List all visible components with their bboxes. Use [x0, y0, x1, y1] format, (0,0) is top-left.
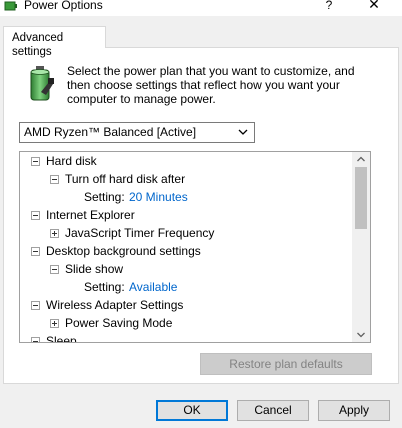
- title-bar: Power Options ? ✕: [0, 0, 402, 16]
- power-options-icon: [4, 1, 17, 11]
- collapse-icon[interactable]: [31, 211, 40, 220]
- chevron-up-icon[interactable]: [357, 156, 365, 162]
- ok-button[interactable]: OK: [156, 400, 228, 421]
- collapse-icon[interactable]: [50, 265, 59, 274]
- setting-label: Setting:: [84, 190, 125, 204]
- tree-item-label: Desktop background settings: [46, 244, 201, 258]
- collapse-icon[interactable]: [31, 337, 40, 342]
- apply-button[interactable]: Apply: [318, 400, 390, 421]
- tree-item-label: Wireless Adapter Settings: [46, 298, 184, 312]
- power-plan-value: AMD Ryzen™ Balanced [Active]: [24, 125, 197, 139]
- window-title: Power Options: [24, 0, 103, 12]
- tree-item-label: Sleep: [46, 334, 77, 343]
- tree-item-label: JavaScript Timer Frequency: [65, 226, 215, 240]
- cancel-button[interactable]: Cancel: [237, 400, 309, 421]
- plan-description: Select the power plan that you want to c…: [67, 64, 355, 106]
- tree-item-label: Hard disk: [46, 154, 97, 168]
- setting-label: Setting:: [84, 280, 125, 294]
- setting-value-link[interactable]: Available: [129, 278, 177, 296]
- tab-label: Advanced settings: [12, 32, 64, 58]
- expand-icon[interactable]: [50, 229, 59, 238]
- collapse-icon[interactable]: [50, 175, 59, 184]
- restore-plan-defaults-button[interactable]: Restore plan defaults: [200, 353, 372, 375]
- tree-item-label: Power Saving Mode: [65, 316, 173, 330]
- settings-tree[interactable]: Hard disk Turn off hard disk after Setti…: [19, 151, 371, 343]
- battery-plug-icon: [30, 66, 54, 101]
- collapse-icon[interactable]: [31, 301, 40, 310]
- chevron-down-icon[interactable]: [357, 332, 365, 338]
- collapse-icon[interactable]: [31, 247, 40, 256]
- tree-item-label: Slide show: [65, 262, 124, 276]
- tab-advanced-settings[interactable]: Advanced settings: [3, 26, 106, 58]
- tree-item-label: Internet Explorer: [46, 208, 135, 222]
- tree-scrollbar[interactable]: [352, 152, 370, 342]
- help-button[interactable]: ?: [320, 0, 338, 12]
- scrollbar-thumb[interactable]: [355, 167, 367, 229]
- tree-item-label: Turn off hard disk after: [65, 172, 186, 186]
- power-plan-select[interactable]: AMD Ryzen™ Balanced [Active]: [19, 122, 255, 143]
- close-button[interactable]: ✕: [364, 0, 384, 11]
- collapse-icon[interactable]: [31, 157, 40, 166]
- chevron-down-icon: [238, 129, 248, 135]
- setting-value-link[interactable]: 20 Minutes: [129, 188, 188, 206]
- expand-icon[interactable]: [50, 319, 59, 328]
